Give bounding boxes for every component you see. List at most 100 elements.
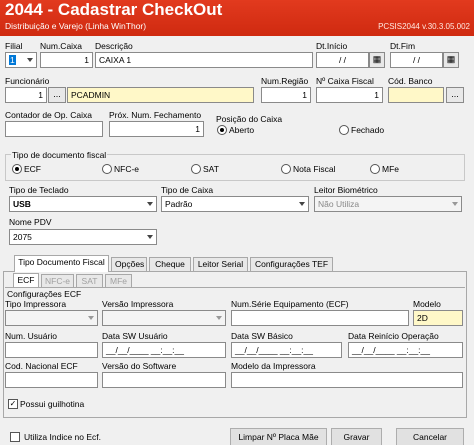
num-regiao-input[interactable]: 1 (261, 87, 311, 103)
tipo-impressora-select[interactable] (5, 310, 98, 326)
tipo-impressora-label: Tipo Impressora (5, 299, 67, 309)
num-caixa-input[interactable]: 1 (40, 52, 93, 68)
tab-cheque[interactable]: Cheque (149, 257, 191, 272)
chevron-down-icon (299, 202, 305, 206)
radio-nfce[interactable] (102, 164, 112, 174)
chevron-down-icon (147, 235, 153, 239)
num-serie-label: Num.Série Equipamento (ECF) (231, 299, 349, 309)
filial-label: Filial (5, 41, 23, 51)
cancelar-button[interactable]: Cancelar (396, 428, 464, 445)
guilhotina-checkbox[interactable]: ✓ (8, 399, 18, 409)
cod-banco-search-button[interactable]: ... (446, 87, 464, 103)
version-label: PCSIS2044 v.30.3.05.002 (378, 22, 470, 31)
leitor-select[interactable]: Não Utiliza (314, 196, 462, 212)
versao-impressora-select[interactable] (102, 310, 226, 326)
chevron-down-icon (216, 316, 222, 320)
title-bar: 2044 - Cadastrar CheckOut Distribuição e… (0, 0, 474, 36)
tab-configuracoes-tef[interactable]: Configurações TEF (250, 257, 333, 272)
contador-input[interactable] (5, 121, 103, 137)
utiliza-indice-label: Utiliza Indice no Ecf. (24, 432, 102, 442)
chevron-down-icon (452, 202, 458, 206)
posicao-label: Posição do Caixa (216, 114, 283, 124)
radio-sat[interactable] (191, 164, 201, 174)
nome-pdv-select[interactable]: 2075 (9, 229, 157, 245)
cod-banco-input[interactable] (388, 87, 444, 103)
tab-opcoes[interactable]: Opções (111, 257, 147, 272)
num-usuario-input[interactable] (5, 342, 98, 358)
aberto-label: Aberto (229, 125, 255, 135)
chevron-down-icon (27, 58, 33, 62)
funcionario-label: Funcionário (5, 76, 50, 86)
data-reinicio-input[interactable]: __/__/____ __:__:__ (348, 342, 463, 358)
window-subtitle: Distribuição e Varejo (Linha WinThor) (5, 21, 147, 31)
data-sw-basico-input[interactable]: __/__/____ __:__:__ (231, 342, 342, 358)
data-sw-usuario-label: Data SW Usuário (102, 331, 168, 341)
descricao-input[interactable]: CAIXA 1 (95, 52, 313, 68)
calendar-icon[interactable]: ▦ (369, 52, 385, 68)
dt-fim-label: Dt.Fim (390, 41, 416, 51)
nota-fiscal-label: Nota Fiscal (293, 164, 336, 174)
tipo-caixa-label: Tipo de Caixa (161, 185, 214, 195)
num-serie-input[interactable] (231, 310, 409, 326)
prox-num-input[interactable]: 1 (109, 121, 204, 137)
contador-label: Contador de Op. Caixa (5, 110, 92, 120)
versao-software-input[interactable] (102, 372, 226, 388)
num-caixa-label: Num.Caixa (40, 41, 83, 51)
window-title: 2044 - Cadastrar CheckOut (5, 0, 223, 19)
radio-fechado[interactable] (339, 125, 349, 135)
dt-inicio-input[interactable]: / / (316, 52, 369, 68)
config-ecf-label: Configurações ECF (7, 289, 82, 299)
funcionario-search-button[interactable]: ... (48, 87, 66, 103)
subtab-divider (5, 287, 465, 288)
subtab-ecf[interactable]: ECF (13, 273, 39, 287)
radio-mfe[interactable] (370, 164, 380, 174)
caixa-fiscal-input[interactable]: 1 (316, 87, 383, 103)
chevron-down-icon (88, 316, 94, 320)
calendar-icon[interactable]: ▦ (443, 52, 459, 68)
sat-label: SAT (203, 164, 219, 174)
modelo-input[interactable]: 2D (413, 310, 463, 326)
radio-nota-fiscal[interactable] (281, 164, 291, 174)
fechado-label: Fechado (351, 125, 385, 135)
mfe-label: MFe (382, 164, 399, 174)
nfce-label: NFC-e (114, 164, 140, 174)
funcionario-name-input[interactable]: PCADMIN (67, 87, 254, 103)
chevron-down-icon (147, 202, 153, 206)
prox-num-label: Próx. Num. Fechamento (109, 110, 202, 120)
radio-ecf[interactable] (12, 164, 22, 174)
tab-tipo-documento-fiscal[interactable]: Tipo Documento Fiscal (14, 255, 109, 272)
dt-fim-input[interactable]: / / (390, 52, 443, 68)
ecf-label: ECF (24, 164, 41, 174)
cod-nacional-input[interactable] (5, 372, 98, 388)
descricao-label: Descrição (95, 41, 133, 51)
versao-impressora-label: Versão Impressora (102, 299, 174, 309)
data-sw-basico-label: Data SW Básico (231, 331, 293, 341)
guilhotina-label: Possui guilhotina (20, 399, 85, 409)
gravar-button[interactable]: Gravar (331, 428, 382, 445)
data-reinicio-label: Data Reinício Operação (348, 331, 439, 341)
subtab-mfe[interactable]: MFe (105, 274, 132, 287)
dt-inicio-label: Dt.Início (316, 41, 348, 51)
cod-nacional-label: Cod. Nacional ECF (5, 361, 78, 371)
num-regiao-label: Num.Região (261, 76, 309, 86)
caixa-fiscal-label: Nº Caixa Fiscal (316, 76, 374, 86)
subtab-sat[interactable]: SAT (76, 274, 103, 287)
modelo-label: Modelo (413, 299, 441, 309)
data-sw-usuario-input[interactable]: __/__/____ __:__:__ (102, 342, 226, 358)
tipo-teclado-label: Tipo de Teclado (9, 185, 69, 195)
num-usuario-label: Num. Usuário (5, 331, 57, 341)
radio-aberto[interactable] (217, 125, 227, 135)
tab-leitor-serial[interactable]: Leitor Serial (193, 257, 248, 272)
utiliza-indice-checkbox[interactable] (10, 432, 20, 442)
nome-pdv-label: Nome PDV (9, 217, 52, 227)
tipo-teclado-select[interactable]: USB (9, 196, 157, 212)
tipo-caixa-select[interactable]: Padrão (161, 196, 309, 212)
modelo-impressora-input[interactable] (231, 372, 463, 388)
subtab-nfce[interactable]: NFC-e (41, 274, 74, 287)
tipo-doc-label: Tipo de documento fiscal (11, 150, 108, 160)
limpar-placa-button[interactable]: Limpar Nº Placa Mãe (230, 428, 327, 445)
leitor-label: Leitor Biométrico (314, 185, 378, 195)
versao-software-label: Versão do Software (102, 361, 177, 371)
funcionario-code-input[interactable]: 1 (5, 87, 47, 103)
filial-select[interactable]: 1 (5, 52, 37, 68)
